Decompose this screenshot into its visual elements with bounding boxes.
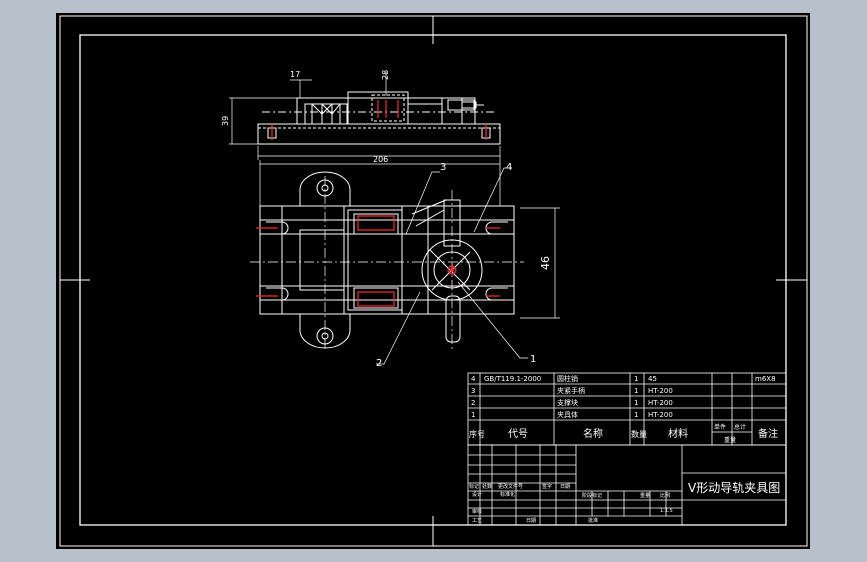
hdr-weight: 重量 (724, 436, 736, 444)
tb-stage: 阶段标记 (582, 492, 602, 499)
row-qty: 1 (634, 387, 638, 395)
tb-mark: 标记 (469, 483, 479, 490)
hdr-remark: 备注 (758, 427, 778, 440)
tb-weight: 重量 (640, 492, 650, 499)
row-name: 支撑块 (557, 398, 578, 407)
hdr-no: 序号 (469, 429, 485, 439)
dim-46: 46 (539, 256, 552, 270)
row-name: 圆柱销 (557, 374, 578, 383)
row-material: HT-200 (648, 387, 673, 395)
row-material: HT-200 (648, 399, 673, 407)
cad-viewport[interactable]: 17 28 39 206 46 1 2 3 4 4 GB/T119.1-2000… (0, 0, 867, 562)
tb-day: 日期 (526, 518, 536, 524)
tb-count: 处数 (482, 483, 492, 490)
dim-28: 28 (381, 70, 390, 80)
row-qty: 1 (634, 399, 638, 407)
row-qty: 1 (634, 375, 638, 383)
tb-scale: 1:1.5 (660, 508, 673, 514)
tb-ratio: 比例 (660, 492, 670, 499)
balloon-1: 1 (530, 354, 536, 365)
row-no: 2 (471, 399, 475, 407)
row-no: 4 (471, 375, 476, 383)
hdr-material: 材料 (668, 427, 688, 440)
hdr-qty: 数量 (631, 429, 647, 439)
tb-standard: 标准化 (500, 491, 515, 498)
hdr-name: 名称 (583, 427, 603, 440)
row-code: GB/T119.1-2000 (484, 375, 541, 383)
hdr-total: 总计 (734, 423, 746, 431)
row-no: 1 (471, 411, 475, 419)
tb-approve: 批准 (588, 517, 598, 524)
row-no: 3 (471, 387, 475, 395)
hdr-code: 代号 (508, 428, 528, 440)
tb-file: 更改文件号 (498, 483, 523, 490)
row-material: HT-200 (648, 411, 673, 419)
tb-design: 设计 (472, 491, 482, 498)
drawing-title: V形动导轨夹具图 (688, 481, 780, 495)
tb-review: 审核 (472, 508, 482, 515)
balloon-4: 4 (506, 162, 512, 173)
balloon-2: 2 (376, 358, 382, 369)
row-name: 夹紧手柄 (557, 386, 585, 395)
drawing-canvas (56, 13, 810, 549)
row-remark: m6X8 (755, 375, 776, 383)
tb-date: 日期 (560, 484, 570, 490)
cam-center (450, 268, 454, 272)
dim-39: 39 (221, 116, 230, 126)
dim-206: 206 (373, 155, 388, 164)
dim-17: 17 (290, 70, 300, 79)
balloon-3: 3 (440, 162, 446, 173)
row-qty: 1 (634, 411, 638, 419)
tb-sign: 签字 (542, 483, 552, 490)
tb-process: 工艺 (472, 518, 482, 524)
row-name: 夹具体 (557, 410, 578, 419)
row-material: 45 (648, 375, 657, 383)
hdr-unit: 单件 (714, 423, 726, 431)
